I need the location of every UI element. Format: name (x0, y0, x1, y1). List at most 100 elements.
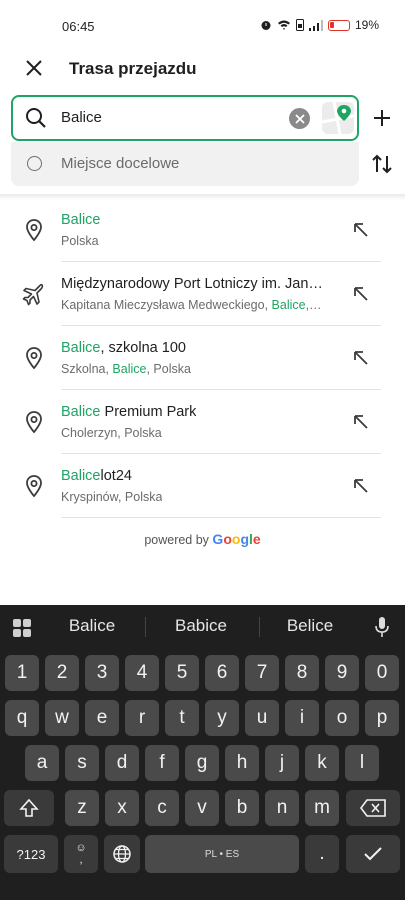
period-key[interactable]: . (305, 835, 339, 873)
suggestion-title: Balice, szkolna 100 (61, 340, 186, 356)
highlighted-match: Balice (61, 340, 101, 356)
text-segment: , Polska (146, 362, 191, 376)
microphone-icon[interactable] (374, 616, 390, 638)
key-m[interactable]: m (305, 790, 339, 826)
fill-query-button[interactable] (350, 219, 372, 241)
key-h[interactable]: h (225, 745, 259, 781)
key-7[interactable]: 7 (245, 655, 279, 691)
origin-search-input[interactable]: Balice (11, 95, 359, 141)
key-w[interactable]: w (45, 700, 79, 736)
language-key[interactable] (104, 835, 140, 873)
key-f[interactable]: f (145, 745, 179, 781)
suggestion-item[interactable]: Balicelot24 Kryspinów, Polska (0, 454, 405, 518)
highlighted-match: Balice (61, 468, 101, 484)
key-c[interactable]: c (145, 790, 179, 826)
space-key[interactable]: PL • ES (145, 835, 299, 873)
key-u[interactable]: u (245, 700, 279, 736)
fill-query-button[interactable] (350, 411, 372, 433)
suggestion-separator (145, 617, 146, 637)
key-9[interactable]: 9 (325, 655, 359, 691)
keyboard-bottom-row: ?123 ☺ , PL • ES . (0, 835, 405, 873)
suggestion-title: Balicelot24 (61, 468, 132, 484)
text-segment: Cholerzyn, Polska (61, 426, 162, 440)
clear-search-button[interactable] (289, 108, 310, 129)
fill-query-button[interactable] (350, 347, 372, 369)
key-e[interactable]: e (85, 700, 119, 736)
suggestion-item[interactable]: Balice Premium Park Cholerzyn, Polska (0, 390, 405, 454)
text-segment: Kapitana Mieczysława Medweckiego, (61, 298, 272, 312)
suggestion-title: Balice Premium Park (61, 404, 196, 420)
key-3[interactable]: 3 (85, 655, 119, 691)
row-divider (61, 517, 381, 518)
fill-query-button[interactable] (350, 475, 372, 497)
wifi-icon (277, 20, 290, 30)
key-j[interactable]: j (265, 745, 299, 781)
key-x[interactable]: x (105, 790, 139, 826)
text-segment: Szkolna, (61, 362, 113, 376)
fill-query-button[interactable] (350, 283, 372, 305)
google-logo: Google (212, 531, 261, 547)
fill-arrow-icon (354, 223, 368, 237)
shift-key[interactable] (4, 790, 54, 826)
emoji-comma-key[interactable]: ☺ , (64, 835, 98, 873)
location-pin-icon (22, 346, 46, 370)
key-i[interactable]: i (285, 700, 319, 736)
key-4[interactable]: 4 (125, 655, 159, 691)
key-5[interactable]: 5 (165, 655, 199, 691)
destination-input[interactable]: Miejsce docelowe (11, 142, 359, 186)
keyboard-apps-icon[interactable] (12, 618, 32, 638)
key-k[interactable]: k (305, 745, 339, 781)
key-6[interactable]: 6 (205, 655, 239, 691)
fill-arrow-icon (354, 415, 368, 429)
key-g[interactable]: g (185, 745, 219, 781)
backspace-key[interactable] (346, 790, 400, 826)
suggestion-title: Międzynarodowy Port Lotniczy im. Jana … (61, 276, 329, 292)
close-icon (26, 60, 42, 76)
backspace-icon (360, 799, 386, 817)
key-a[interactable]: a (25, 745, 59, 781)
add-stop-button[interactable] (370, 106, 394, 130)
fill-arrow-icon (354, 351, 368, 365)
suggestion-3[interactable]: Belice (260, 616, 360, 636)
swap-route-button[interactable] (370, 152, 394, 176)
key-8[interactable]: 8 (285, 655, 319, 691)
suggestion-title: Balice (61, 212, 101, 228)
key-1[interactable]: 1 (5, 655, 39, 691)
key-z[interactable]: z (65, 790, 99, 826)
key-2[interactable]: 2 (45, 655, 79, 691)
key-b[interactable]: b (225, 790, 259, 826)
close-button[interactable] (22, 56, 46, 80)
key-t[interactable]: t (165, 700, 199, 736)
suggestion-item[interactable]: Balice, szkolna 100 Szkolna, Balice , Pols… (0, 326, 405, 390)
key-n[interactable]: n (265, 790, 299, 826)
key-l[interactable]: l (345, 745, 379, 781)
map-pick-button[interactable] (322, 102, 354, 134)
symbols-key[interactable]: ?123 (4, 835, 58, 873)
search-value[interactable]: Balice (61, 109, 102, 126)
key-r[interactable]: r (125, 700, 159, 736)
key-y[interactable]: y (205, 700, 239, 736)
key-o[interactable]: o (325, 700, 359, 736)
airplane-icon (22, 282, 46, 306)
suggestion-item[interactable]: Balice Polska (0, 198, 405, 262)
key-0[interactable]: 0 (365, 655, 399, 691)
search-icon (26, 108, 46, 128)
suggestion-2[interactable]: Babice (151, 616, 251, 636)
suggestion-1[interactable]: Balice (42, 616, 142, 636)
keyboard-row-3: zxcvbnm (0, 790, 405, 826)
key-q[interactable]: q (5, 700, 39, 736)
key-s[interactable]: s (65, 745, 99, 781)
key-v[interactable]: v (185, 790, 219, 826)
suggestion-subtitle: Kapitana Mieczysława Medweckiego, Balice… (61, 298, 322, 312)
key-p[interactable]: p (365, 700, 399, 736)
key-d[interactable]: d (105, 745, 139, 781)
enter-key[interactable] (346, 835, 400, 873)
battery-percent: 19% (354, 18, 379, 32)
plus-icon (374, 110, 390, 126)
destination-dot-icon (27, 156, 42, 171)
powered-by-label: powered by (144, 533, 213, 547)
keyboard-suggestion-bar: Balice Babice Belice (0, 605, 405, 649)
suggestion-item[interactable]: Międzynarodowy Port Lotniczy im. Jana … K… (0, 262, 405, 326)
on-screen-keyboard: Balice Babice Belice 1234567890 qwertyui… (0, 605, 405, 900)
suggestion-subtitle: Polska (61, 234, 99, 248)
